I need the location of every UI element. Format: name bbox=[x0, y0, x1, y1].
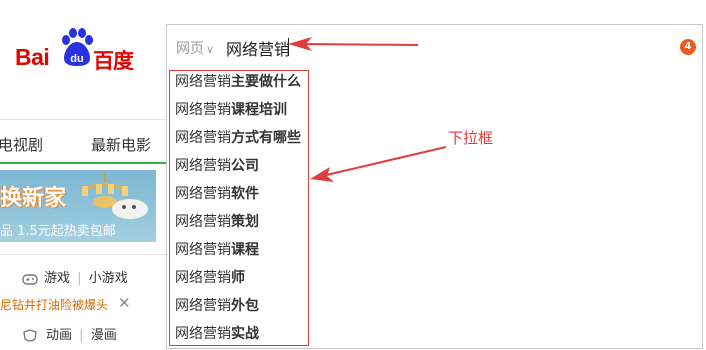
search-input[interactable]: 网络营销 bbox=[226, 36, 290, 60]
suggestion-item[interactable]: 网络营销方式有哪些 bbox=[175, 128, 301, 148]
animation-icon bbox=[23, 328, 37, 342]
nav-active-indicator bbox=[0, 162, 166, 164]
close-icon[interactable]: ✕ bbox=[118, 294, 131, 312]
search-scope-label: 网页 bbox=[176, 41, 204, 57]
logo-chinese-text: 百度 bbox=[93, 49, 134, 73]
nav-movie-link[interactable]: 最新电影 bbox=[91, 134, 151, 155]
suggestion-item[interactable]: 网络营销实战 bbox=[175, 324, 259, 344]
baidu-logo[interactable]: Bai du 百度 bbox=[13, 28, 134, 74]
suggestion-item[interactable]: 网络营销软件 bbox=[175, 184, 259, 204]
manga-link[interactable]: 漫画 bbox=[91, 328, 117, 343]
annotation-label: 下拉框 bbox=[448, 129, 494, 147]
link-separator: | bbox=[77, 271, 82, 286]
suggestion-item[interactable]: 网络营销外包 bbox=[175, 296, 259, 316]
promo-banner[interactable]: 换新家 品 1.5元起热卖包邮 bbox=[0, 170, 156, 242]
nav-divider-mid bbox=[0, 254, 166, 255]
animation-link[interactable]: 动画 bbox=[46, 328, 72, 343]
search-box[interactable]: 网页 ∨ 网络营销 4 bbox=[166, 24, 703, 68]
notification-badge[interactable]: 4 bbox=[680, 39, 696, 55]
suggestion-item[interactable]: 网络营销策划 bbox=[175, 212, 259, 232]
paw-text: du bbox=[70, 53, 83, 65]
game-links-row: 游戏 | 小游戏 bbox=[0, 267, 128, 286]
anim-links-row: 动画 | 漫画 bbox=[0, 324, 117, 343]
gamepad-icon bbox=[22, 273, 38, 285]
chevron-down-icon: ∨ bbox=[206, 43, 215, 56]
banner-subtitle: 品 1.5元起热卖包邮 bbox=[0, 224, 116, 239]
search-scope-dropdown[interactable]: 网页 ∨ bbox=[176, 38, 214, 58]
paw-icon: du bbox=[62, 28, 93, 66]
nav-tv-link[interactable]: 电视剧 bbox=[0, 134, 43, 155]
link-separator: | bbox=[79, 328, 84, 343]
games-link[interactable]: 游戏 bbox=[44, 271, 70, 286]
text-cursor bbox=[288, 38, 289, 56]
suggestion-item[interactable]: 网络营销课程培训 bbox=[175, 100, 287, 120]
logo-latin-text: Bai bbox=[15, 44, 50, 70]
suggestion-item[interactable]: 网络营销公司 bbox=[175, 156, 259, 176]
pillow-icon bbox=[112, 199, 148, 219]
suggestion-item[interactable]: 网络营销主要做什么 bbox=[175, 72, 301, 92]
mini-games-link[interactable]: 小游戏 bbox=[89, 271, 128, 286]
nav-divider-top bbox=[0, 119, 166, 120]
banner-title: 换新家 bbox=[0, 186, 67, 211]
news-headline-link[interactable]: 尼钻井打油险被爆头 bbox=[0, 298, 108, 312]
suggestion-item[interactable]: 网络营销师 bbox=[175, 268, 245, 288]
suggestion-item[interactable]: 网络营销课程 bbox=[175, 240, 259, 260]
